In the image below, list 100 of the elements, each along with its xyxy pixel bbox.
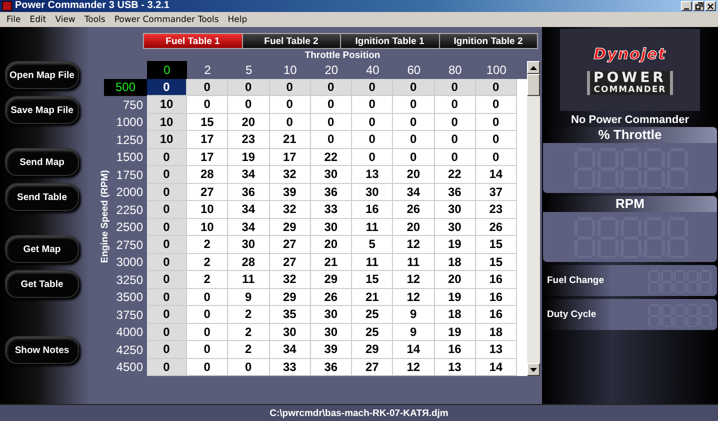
table-cell[interactable]: 19 (228, 148, 270, 166)
table-tab[interactable]: Fuel Table 1 (144, 34, 242, 48)
column-header[interactable]: 80 (434, 61, 476, 78)
table-cell[interactable]: 20 (228, 114, 270, 131)
table-cell[interactable]: 0 (147, 166, 187, 184)
table-cell[interactable]: 30 (270, 324, 311, 341)
table-tab[interactable]: Ignition Table 1 (341, 34, 440, 48)
table-cell[interactable]: 32 (270, 201, 311, 218)
table-cell[interactable]: 0 (434, 148, 476, 166)
table-cell[interactable]: 30 (434, 218, 476, 236)
table-cell[interactable]: 0 (393, 148, 434, 166)
table-cell[interactable]: 0 (147, 254, 187, 271)
table-cell[interactable]: 12 (393, 236, 434, 254)
table-cell[interactable]: 25 (352, 324, 394, 341)
table-cell[interactable]: 10 (187, 201, 228, 218)
row-header[interactable]: 1000 (104, 114, 147, 131)
table-cell[interactable]: 2 (187, 271, 228, 288)
table-cell[interactable]: 27 (270, 254, 311, 271)
table-cell[interactable]: 39 (270, 184, 311, 201)
row-header[interactable]: 500 (104, 78, 147, 96)
table-cell[interactable]: 0 (476, 148, 517, 166)
table-cell[interactable]: 30 (310, 306, 352, 324)
table-cell[interactable]: 29 (352, 341, 394, 358)
table-cell[interactable]: 2 (187, 254, 228, 271)
table-cell[interactable]: 20 (434, 271, 476, 288)
column-header[interactable]: 60 (393, 61, 434, 78)
table-cell[interactable]: 35 (270, 306, 311, 324)
table-cell[interactable]: 36 (228, 184, 270, 201)
table-cell[interactable]: 0 (352, 148, 394, 166)
table-cell[interactable]: 10 (147, 131, 187, 148)
table-cell[interactable]: 34 (270, 341, 311, 358)
table-cell[interactable]: 15 (476, 236, 517, 254)
table-cell[interactable]: 16 (434, 341, 476, 358)
scrollbar[interactable] (527, 61, 540, 376)
table-cell[interactable]: 0 (147, 341, 187, 358)
side-button[interactable]: Open Map File (5, 61, 79, 89)
table-cell[interactable]: 0 (352, 78, 394, 96)
table-cell[interactable]: 13 (476, 341, 517, 358)
table-cell[interactable]: 0 (228, 358, 270, 376)
table-cell[interactable]: 5 (352, 236, 394, 254)
table-cell[interactable]: 20 (393, 218, 434, 236)
table-cell[interactable]: 0 (228, 78, 270, 96)
row-header[interactable]: 3250 (104, 271, 147, 288)
table-cell[interactable]: 0 (147, 78, 187, 96)
table-cell[interactable]: 28 (187, 166, 228, 184)
column-header[interactable]: 40 (352, 61, 394, 78)
table-cell[interactable]: 2 (228, 341, 270, 358)
table-cell[interactable]: 33 (310, 201, 352, 218)
table-cell[interactable]: 16 (352, 201, 394, 218)
table-cell[interactable]: 0 (352, 96, 394, 114)
table-cell[interactable]: 0 (270, 96, 311, 114)
table-cell[interactable]: 21 (352, 288, 394, 306)
row-header[interactable]: 3750 (104, 306, 147, 324)
table-cell[interactable]: 33 (270, 358, 311, 376)
table-cell[interactable]: 39 (310, 341, 352, 358)
table-cell[interactable]: 0 (147, 288, 187, 306)
table-cell[interactable]: 29 (270, 288, 311, 306)
table-cell[interactable]: 13 (352, 166, 394, 184)
table-cell[interactable]: 21 (270, 131, 311, 148)
side-button[interactable]: Save Map File (5, 96, 79, 124)
table-cell[interactable]: 0 (187, 306, 228, 324)
table-cell[interactable]: 30 (310, 324, 352, 341)
table-cell[interactable]: 11 (352, 254, 394, 271)
table-cell[interactable]: 17 (187, 131, 228, 148)
table-cell[interactable]: 0 (187, 288, 228, 306)
table-cell[interactable]: 0 (310, 78, 352, 96)
table-cell[interactable]: 34 (228, 201, 270, 218)
table-cell[interactable]: 28 (228, 254, 270, 271)
table-cell[interactable]: 21 (310, 254, 352, 271)
side-button[interactable]: Send Table (5, 183, 79, 211)
table-cell[interactable]: 14 (476, 166, 517, 184)
table-cell[interactable]: 15 (352, 271, 394, 288)
table-cell[interactable]: 10 (147, 96, 187, 114)
table-cell[interactable]: 0 (476, 114, 517, 131)
table-cell[interactable]: 0 (476, 96, 517, 114)
table-cell[interactable]: 20 (310, 236, 352, 254)
column-header[interactable]: 10 (270, 61, 311, 78)
table-cell[interactable]: 30 (352, 184, 394, 201)
row-header[interactable]: 1500 (104, 148, 147, 166)
table-cell[interactable]: 0 (434, 78, 476, 96)
table-cell[interactable]: 0 (310, 131, 352, 148)
table-cell[interactable]: 0 (147, 236, 187, 254)
table-cell[interactable]: 23 (228, 131, 270, 148)
table-cell[interactable]: 22 (434, 166, 476, 184)
table-cell[interactable]: 36 (310, 184, 352, 201)
table-tab[interactable]: Ignition Table 2 (440, 34, 537, 48)
table-cell[interactable]: 16 (476, 306, 517, 324)
table-cell[interactable]: 11 (228, 271, 270, 288)
table-cell[interactable]: 19 (434, 324, 476, 341)
menu-item[interactable]: Power Commander Tools (110, 14, 224, 24)
table-cell[interactable]: 0 (393, 96, 434, 114)
table-cell[interactable]: 0 (310, 114, 352, 131)
table-cell[interactable]: 0 (147, 324, 187, 341)
restore-button[interactable] (693, 1, 704, 11)
table-cell[interactable]: 15 (476, 254, 517, 271)
side-button[interactable]: Get Map (5, 235, 79, 263)
table-cell[interactable]: 0 (147, 358, 187, 376)
menu-item[interactable]: File (2, 14, 26, 24)
side-button[interactable]: Send Map (5, 148, 79, 176)
table-cell[interactable]: 17 (270, 148, 311, 166)
